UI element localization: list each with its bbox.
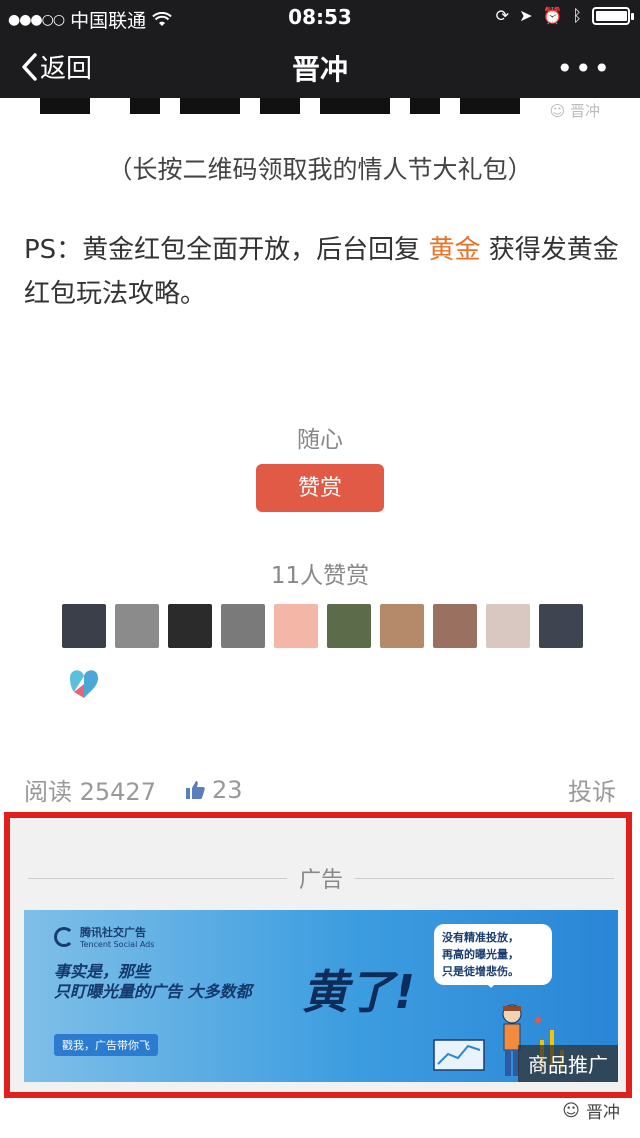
reward-avatar[interactable] — [486, 604, 530, 648]
status-right: ⟳ ➤ ⏰ ᛒ — [495, 6, 634, 25]
bluetooth-icon: ᛒ — [572, 6, 582, 25]
reward-button[interactable]: 赞赏 — [256, 464, 384, 512]
ad-tagline: 戳我，广告带你飞 — [54, 1034, 158, 1056]
alarm-icon: ⏰ — [542, 6, 563, 25]
nav-bar: 返回 晋冲 ••• — [0, 34, 640, 98]
reward-avatar[interactable] — [539, 604, 583, 648]
battery-icon — [592, 6, 634, 25]
ad-label: 广告 — [299, 868, 344, 893]
ps-highlight: 黄金 — [428, 235, 481, 265]
location-icon: ➤ — [519, 6, 533, 25]
reward-avatars — [62, 604, 602, 706]
thumbs-up-icon — [185, 780, 205, 799]
ad-brand-name: 腾讯社交广告 — [80, 926, 146, 939]
more-button[interactable]: ••• — [556, 52, 612, 85]
watermark-top: ☺ 晋冲 — [549, 102, 600, 120]
qr-caption: （长按二维码领取我的情人节大礼包） — [107, 155, 533, 184]
reward-note: 随心 — [297, 427, 343, 453]
like-count: 23 — [211, 775, 243, 804]
ad-big-text: 黄了! — [302, 965, 415, 1019]
heart-logo-icon — [70, 670, 98, 698]
ps-paragraph: PS：黄金红包全面开放，后台回复 黄金 获得发黄金红包玩法攻略。 — [24, 228, 620, 316]
reward-avatar[interactable] — [62, 662, 106, 706]
reward-avatar[interactable] — [62, 604, 106, 648]
ad-label-row: 广告 — [28, 862, 615, 894]
battery-level — [596, 10, 627, 21]
reward-avatar[interactable] — [221, 604, 265, 648]
qr-code-image — [40, 98, 520, 116]
ad-headline: 事实是，那些 只盯曝光量的广告 大多数都 — [54, 962, 252, 1002]
product-promo-label: 商品推广 — [518, 1045, 618, 1082]
rotation-lock-icon: ⟳ — [495, 6, 510, 25]
ad-headline-line2: 只盯曝光量的广告 大多数都 — [54, 982, 252, 1001]
status-bar: ●●●○○ 中国联通 08:53 ⟳ ➤ ⏰ ᛒ — [0, 0, 640, 34]
reward-avatar[interactable] — [327, 604, 371, 648]
like-button[interactable]: 23 — [184, 776, 243, 804]
reward-avatar[interactable] — [433, 604, 477, 648]
divider — [28, 877, 287, 879]
reward-count: 11人赞赏 — [270, 563, 370, 589]
ad-brand: 腾讯社交广告 Tencent Social Ads — [54, 924, 154, 949]
watermark-bottom: ☺ 晋冲 — [562, 1100, 620, 1124]
ad-headline-line1: 事实是，那些 — [54, 962, 151, 981]
ps-prefix: PS：黄金红包全面开放，后台回复 — [24, 235, 429, 265]
reward-avatar[interactable] — [380, 604, 424, 648]
reward-avatar[interactable] — [168, 604, 212, 648]
ad-section: 广告 腾讯社交广告 Tencent Social Ads 事实是，那些 只盯曝光… — [4, 812, 632, 1098]
ad-banner[interactable]: 腾讯社交广告 Tencent Social Ads 事实是，那些 只盯曝光量的广… — [24, 910, 618, 1082]
wechat-icon: ☺ — [562, 1100, 580, 1121]
ad-brand-sub: Tencent Social Ads — [80, 940, 155, 949]
ad-speech-bubble: 没有精准投放， 再高的曝光量， 只是徒增悲伤。 — [434, 924, 552, 988]
report-link[interactable]: 投诉 — [568, 772, 616, 807]
tencent-ads-logo-icon — [54, 926, 74, 947]
reward-avatar[interactable] — [115, 604, 159, 648]
reward-avatar[interactable] — [274, 604, 318, 648]
page-title: 晋冲 — [291, 53, 348, 86]
read-count: 阅读 25427 — [24, 778, 156, 806]
wechat-icon: ☺ — [549, 102, 566, 120]
divider — [355, 877, 615, 879]
article-meta: 阅读 25427 23 投诉 — [24, 772, 616, 807]
